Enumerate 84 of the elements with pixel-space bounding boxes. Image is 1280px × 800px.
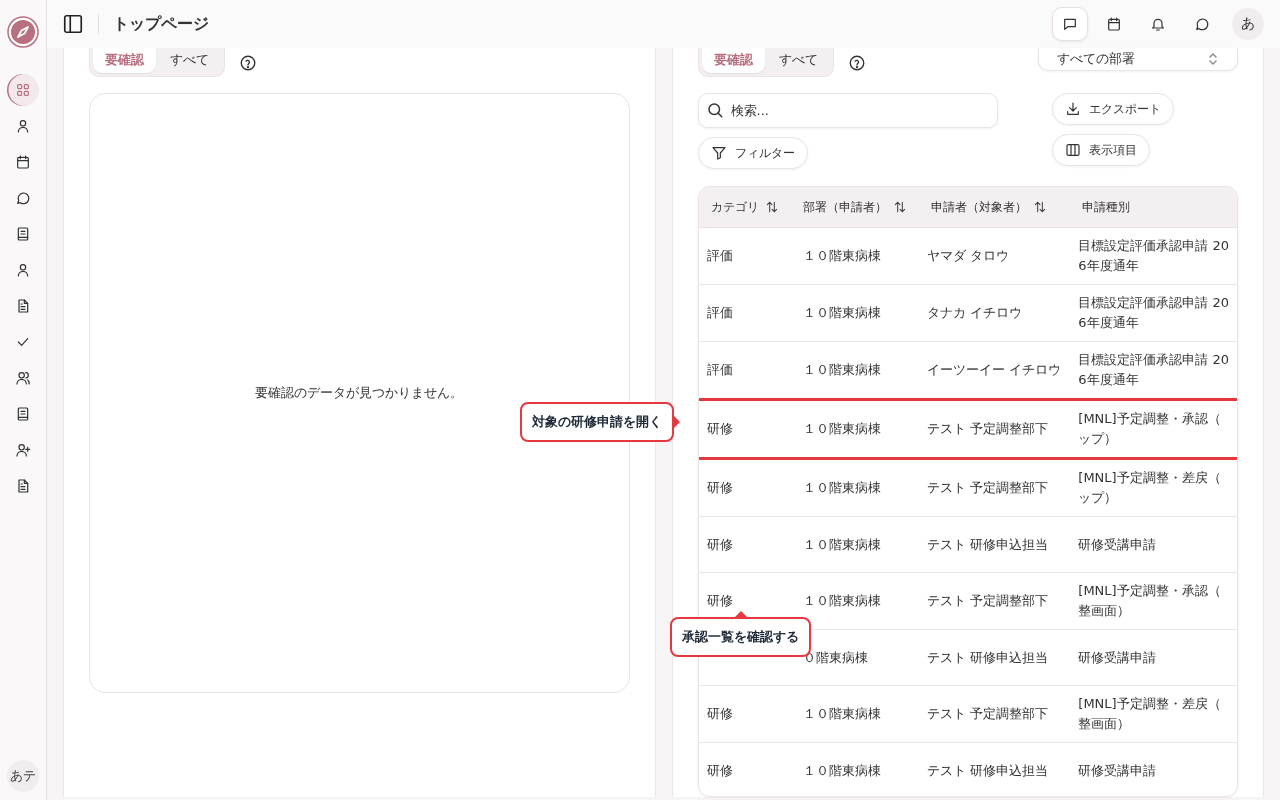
tab[interactable]: すべて xyxy=(158,48,221,73)
columns-button[interactable]: 表示項目 xyxy=(1051,134,1150,166)
table-cell: テスト 研修申込担当 xyxy=(919,742,1071,796)
page-title: トップページ xyxy=(113,13,209,35)
search-icon xyxy=(705,101,724,119)
chat-icon xyxy=(15,190,31,206)
book-icon xyxy=(15,406,31,422)
table-cell: 研修 xyxy=(698,516,792,573)
compass-logo-icon[interactable] xyxy=(7,16,39,48)
user-icon xyxy=(15,262,31,278)
column-header[interactable]: 部署（申請者） xyxy=(791,187,920,228)
table-cell: テスト 研修申込担当 xyxy=(919,516,1071,573)
table-cell: [MNL]予定調整・差戻（ 整画面） xyxy=(1070,685,1237,743)
table-cell: テスト 予定調整部下 xyxy=(919,458,1071,517)
table-cell: ヤマダ タロウ xyxy=(919,227,1071,285)
useradd-icon xyxy=(15,442,31,458)
book-icon xyxy=(15,226,31,242)
table-cell: タナカ イチロウ xyxy=(919,284,1071,342)
table-cell: １０階東病棟 xyxy=(791,742,920,796)
sort-icon[interactable] xyxy=(893,200,908,214)
table-cell: 研修 xyxy=(698,742,792,796)
table-cell: １０階東病棟 xyxy=(791,227,920,285)
search-field[interactable]: 検索... xyxy=(697,93,998,128)
column-header[interactable]: 申請者（対象者） xyxy=(919,187,1071,228)
table-cell: 研修 xyxy=(698,458,792,517)
doc-icon xyxy=(15,298,31,314)
table-cell: イーツーイー イチロウ xyxy=(919,341,1071,400)
calendar-icon xyxy=(15,154,31,170)
filter-button[interactable]: フィルター xyxy=(697,137,808,169)
table-cell: [MNL]予定調整・承認（ 整画面） xyxy=(1070,572,1237,630)
header-action-button[interactable] xyxy=(1052,7,1088,41)
pointer-icon xyxy=(734,611,747,617)
user-avatar[interactable]: あテ xyxy=(7,760,39,792)
table-cell: 研修受講申請 xyxy=(1070,742,1237,796)
table-cell: １０階東病棟 xyxy=(791,685,920,743)
table-cell: 研修 xyxy=(698,399,792,459)
table-cell: 研修 xyxy=(698,685,792,743)
column-header[interactable]: カテゴリ xyxy=(698,187,792,228)
table-cell: 評価 xyxy=(698,284,792,342)
users-icon xyxy=(15,370,31,386)
pointer-icon xyxy=(674,416,680,428)
sort-icon[interactable] xyxy=(1033,200,1048,214)
table-cell: 研修受講申請 xyxy=(1070,516,1237,573)
tab[interactable]: 要確認 xyxy=(701,48,765,73)
table-cell: １０階東病棟 xyxy=(791,399,920,459)
table-cell: テスト 予定調整部下 xyxy=(919,399,1071,459)
user-icon xyxy=(15,118,31,134)
filter-icon xyxy=(710,145,727,161)
column-header[interactable]: 申請種別 xyxy=(1070,187,1237,228)
chat-icon xyxy=(1194,16,1210,32)
table-cell: １０階東病棟 xyxy=(791,458,920,517)
table-cell: テスト 研修申込担当 xyxy=(919,629,1071,686)
empty-message: 要確認のデータが見つかりません。 xyxy=(255,384,464,402)
callout-tooltip: 対象の研修申請を開く xyxy=(520,402,674,442)
table-cell: １０階東病棟 xyxy=(791,284,920,342)
square-chat-icon xyxy=(1062,16,1078,32)
table-cell: 目標設定評価承認申請 20 6年度通年 xyxy=(1070,227,1237,285)
help-icon[interactable] xyxy=(847,53,866,72)
doc-icon xyxy=(15,478,31,494)
sort-icon[interactable] xyxy=(764,200,779,214)
department-select[interactable]: すべての部署 xyxy=(1038,48,1238,71)
download-icon xyxy=(1064,101,1081,117)
table-cell: １０階東病棟 xyxy=(791,516,920,573)
table-cell: テスト 予定調整部下 xyxy=(919,685,1071,743)
table-cell: 目標設定評価承認申請 20 6年度通年 xyxy=(1070,341,1237,400)
table-cell: 研修受講申請 xyxy=(1070,629,1237,686)
table-cell: [MNL]予定調整・差戻（ ップ） xyxy=(1070,458,1237,517)
table-cell: 評価 xyxy=(698,227,792,285)
table-cell: １０階東病棟 xyxy=(791,341,920,400)
sidebar-toggle-icon[interactable] xyxy=(62,13,84,35)
table-cell: テスト 予定調整部下 xyxy=(919,572,1071,630)
help-icon[interactable] xyxy=(239,53,257,72)
bell-icon xyxy=(1150,16,1166,32)
chevron-updown-icon xyxy=(1207,52,1219,66)
table-cell: [MNL]予定調整・承認（ ップ） xyxy=(1070,399,1237,459)
calendar-icon xyxy=(1106,16,1122,32)
tab[interactable]: 要確認 xyxy=(93,48,156,73)
columns-icon xyxy=(1064,142,1081,158)
table-cell: 評価 xyxy=(698,341,792,400)
tab[interactable]: すべて xyxy=(766,48,830,73)
table-cell: 目標設定評価承認申請 20 6年度通年 xyxy=(1070,284,1237,342)
user-avatar[interactable]: あ xyxy=(1232,8,1264,40)
grid-icon xyxy=(15,82,31,98)
export-button[interactable]: エクスポート xyxy=(1051,93,1174,125)
